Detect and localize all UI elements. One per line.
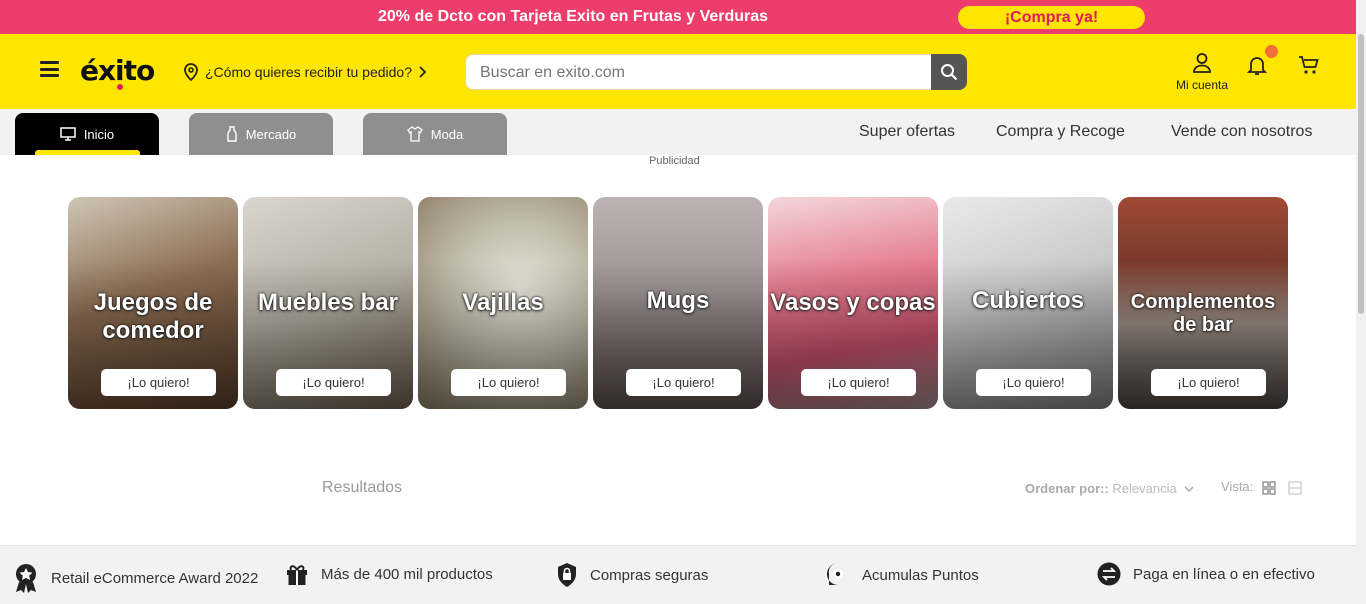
delivery-label: ¿Cómo quieres recibir tu pedido? <box>205 64 412 80</box>
shirt-icon <box>406 126 423 142</box>
logo[interactable]: éxito <box>80 54 155 87</box>
category-card-vajillas[interactable]: Vajillas ¡Lo quiero! <box>418 197 588 409</box>
card-button[interactable]: ¡Lo quiero! <box>976 369 1091 396</box>
promo-button[interactable]: ¡Compra ya! <box>958 6 1145 29</box>
tab-inicio[interactable]: Inicio <box>15 113 159 155</box>
tab-label: Mercado <box>245 126 297 142</box>
tab-label: Moda <box>430 126 464 142</box>
scrollbar-thumb[interactable] <box>1358 34 1364 314</box>
category-card-vasos-copas[interactable]: Vasos y copas ¡Lo quiero! <box>768 197 938 409</box>
category-nav: Inicio Mercado Moda Super ofertas Compra… <box>0 109 1356 155</box>
sort-label: Ordenar por:: <box>1025 481 1109 496</box>
location-pin-icon <box>184 63 198 81</box>
sort-selector[interactable]: Ordenar por:: Relevancia <box>1025 481 1194 496</box>
account-label: Mi cuenta <box>1175 78 1229 92</box>
search-icon <box>941 64 958 81</box>
card-button[interactable]: ¡Lo quiero! <box>801 369 916 396</box>
feature-label: Más de 400 mil productos <box>321 565 493 583</box>
card-title: Juegos de comedor <box>93 289 213 344</box>
nav-link-super-ofertas[interactable]: Super ofertas <box>859 123 955 141</box>
card-title: Complementos de bar <box>1130 291 1276 336</box>
search-button[interactable] <box>931 54 967 90</box>
sort-value: Relevancia <box>1112 481 1177 496</box>
tab-moda[interactable]: Moda <box>363 113 507 155</box>
feature-label: Compras seguras <box>590 566 709 584</box>
category-card-complementos-bar[interactable]: Complementos de bar ¡Lo quiero! <box>1118 197 1288 409</box>
award-icon <box>16 564 36 593</box>
bottle-icon <box>227 126 237 142</box>
nav-link-compra-recoge[interactable]: Compra y Recoge <box>996 123 1125 141</box>
nav-link-vende[interactable]: Vende con nosotros <box>1171 123 1312 141</box>
card-title: Vajillas <box>462 289 544 316</box>
grid-view-icon[interactable] <box>1262 481 1276 495</box>
user-icon <box>1193 53 1211 73</box>
features-bar: Retail eCommerce Award 2022 Más de 400 m… <box>0 545 1356 604</box>
results-label: Resultados <box>322 479 403 496</box>
ad-label: Publicidad <box>649 155 700 167</box>
card-title: Cubiertos <box>971 287 1084 314</box>
feature-label: Paga en línea o en efectivo <box>1133 565 1315 583</box>
card-button[interactable]: ¡Lo quiero! <box>451 369 566 396</box>
card-title: Muebles bar <box>257 289 399 316</box>
notifications-button[interactable] <box>1246 54 1268 81</box>
category-card-mugs[interactable]: Mugs ¡Lo quiero! <box>593 197 763 409</box>
scrollbar[interactable] <box>1356 0 1366 604</box>
card-button[interactable]: ¡Lo quiero! <box>101 369 216 396</box>
card-title: Mugs <box>646 287 710 314</box>
list-view-icon[interactable] <box>1288 481 1302 495</box>
search-input[interactable] <box>480 64 920 82</box>
lock-shield-icon <box>558 563 576 587</box>
feature-compras-seguras: Compras seguras <box>556 562 708 588</box>
feature-puntos: Acumulas Puntos <box>826 562 979 588</box>
exchange-icon <box>1097 562 1121 586</box>
points-icon <box>827 562 843 588</box>
feature-productos: Más de 400 mil productos <box>285 562 493 586</box>
monitor-icon <box>60 127 76 141</box>
account-button[interactable]: Mi cuenta <box>1172 52 1232 92</box>
chevron-right-icon <box>419 66 427 78</box>
feature-pago: Paga en línea o en efectivo <box>1097 562 1315 586</box>
feature-award: Retail eCommerce Award 2022 <box>13 562 258 594</box>
promo-text: 20% de Dcto con Tarjeta Exito en Frutas … <box>378 8 769 25</box>
card-title: Vasos y copas <box>770 289 936 316</box>
bell-icon <box>1246 57 1268 75</box>
promo-bar: 20% de Dcto con Tarjeta Exito en Frutas … <box>0 0 1356 34</box>
delivery-selector[interactable]: ¿Cómo quieres recibir tu pedido? <box>183 63 428 81</box>
view-toggle: Vista: <box>1221 479 1253 494</box>
card-button[interactable]: ¡Lo quiero! <box>276 369 391 396</box>
notification-badge <box>1265 45 1278 58</box>
chevron-down-icon <box>1184 486 1194 493</box>
cart-icon <box>1299 56 1319 74</box>
category-card-juegos-comedor[interactable]: Juegos de comedor ¡Lo quiero! <box>68 197 238 409</box>
search-box <box>465 54 967 90</box>
cart-button[interactable] <box>1298 55 1320 80</box>
gift-icon <box>287 565 307 585</box>
menu-icon[interactable] <box>40 61 59 77</box>
feature-label: Retail eCommerce Award 2022 <box>51 569 259 587</box>
view-label: Vista: <box>1221 479 1254 494</box>
card-button[interactable]: ¡Lo quiero! <box>626 369 741 396</box>
active-tab-indicator <box>35 150 140 155</box>
category-card-muebles-bar[interactable]: Muebles bar ¡Lo quiero! <box>243 197 413 409</box>
feature-label: Acumulas Puntos <box>862 566 979 584</box>
tab-label: Inicio <box>83 126 115 142</box>
logo-dot <box>117 84 123 90</box>
card-button[interactable]: ¡Lo quiero! <box>1151 369 1266 396</box>
category-card-cubiertos[interactable]: Cubiertos ¡Lo quiero! <box>943 197 1113 409</box>
tab-mercado[interactable]: Mercado <box>189 113 333 155</box>
header: éxito ¿Cómo quieres recibir tu pedido? M… <box>0 34 1356 109</box>
